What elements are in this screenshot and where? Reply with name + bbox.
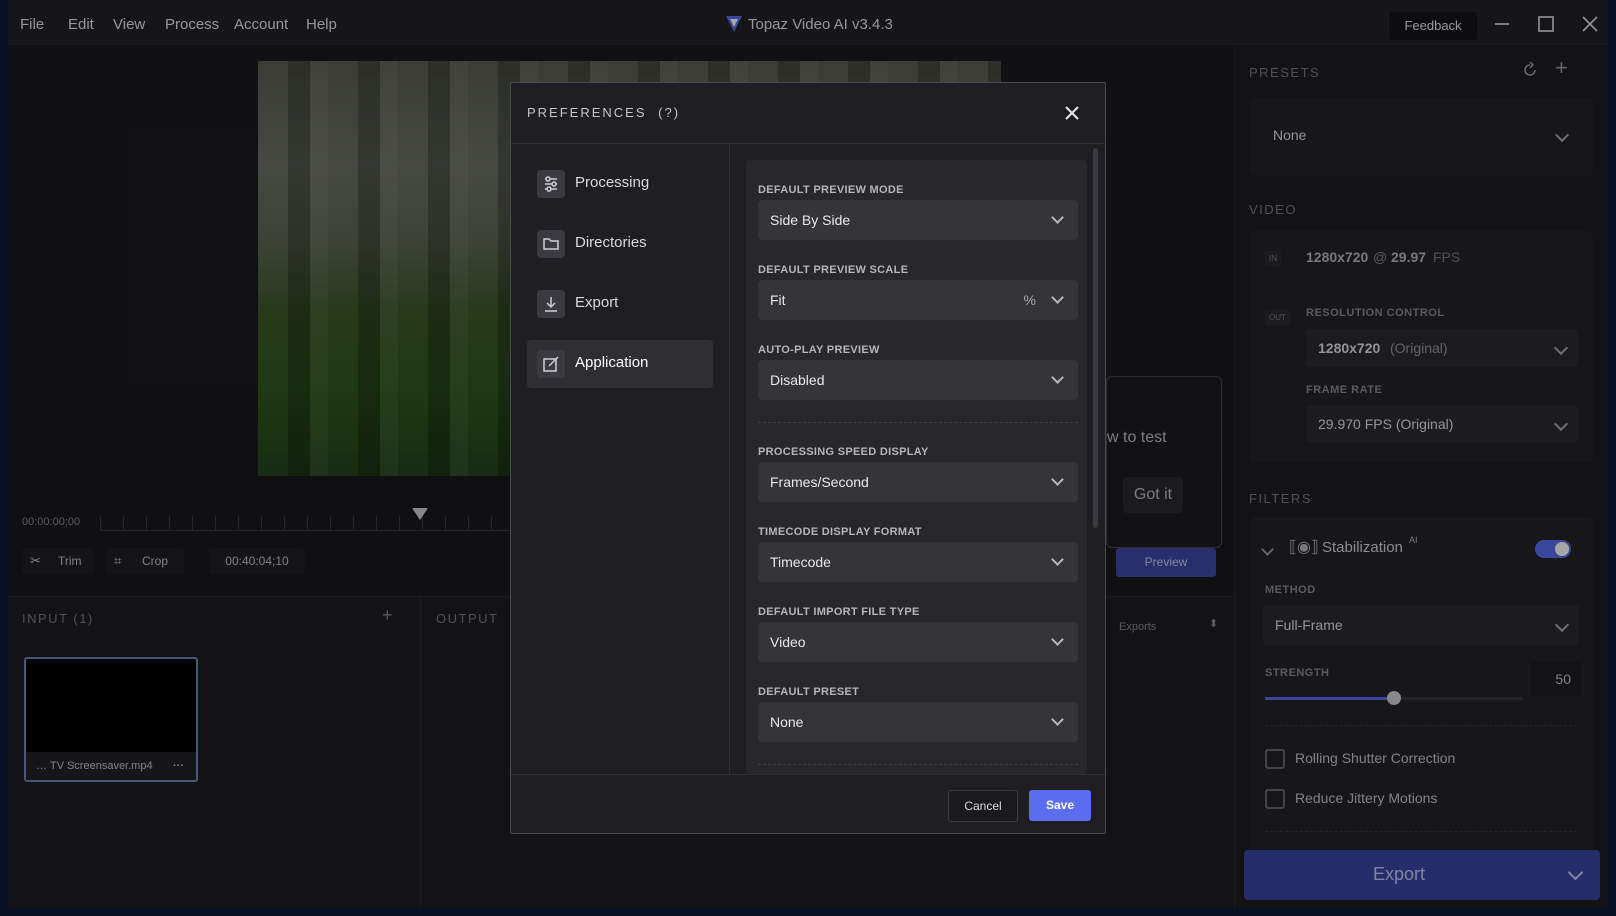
- settings-divider: [758, 764, 1078, 765]
- speed-display-value: Frames/Second: [770, 474, 869, 490]
- preview-scale-unit: %: [1023, 292, 1036, 308]
- application-settings: DEFAULT PREVIEW MODE Side By Side DEFAUL…: [746, 160, 1087, 774]
- chevron-down-icon: [1051, 553, 1064, 566]
- chevron-down-icon: [1051, 371, 1064, 384]
- chevron-down-icon: [1051, 633, 1064, 646]
- speed-display-select[interactable]: Frames/Second: [758, 462, 1078, 502]
- preview-mode-select[interactable]: Side By Side: [758, 200, 1078, 240]
- chevron-down-icon: [1051, 473, 1064, 486]
- help-link[interactable]: (?): [658, 105, 680, 120]
- dialog-title-text: PREFERENCES: [527, 105, 647, 120]
- auto-play-label: AUTO-PLAY PREVIEW: [758, 344, 880, 356]
- sidebar-item-label: Export: [575, 294, 619, 311]
- timecode-format-value: Timecode: [770, 554, 831, 570]
- preview-scale-label: DEFAULT PREVIEW SCALE: [758, 264, 909, 276]
- sidebar-item-processing[interactable]: Processing: [527, 160, 713, 208]
- sidebar-item-label: Directories: [575, 234, 647, 251]
- default-preset-select[interactable]: None: [758, 702, 1078, 742]
- sidebar-item-label: Application: [575, 354, 649, 371]
- speed-display-label: PROCESSING SPEED DISPLAY: [758, 446, 929, 458]
- preview-mode-label: DEFAULT PREVIEW MODE: [758, 184, 904, 196]
- preview-scale-value: Fit: [770, 292, 786, 308]
- import-type-value: Video: [770, 634, 806, 650]
- preview-scale-select[interactable]: Fit %: [758, 280, 1078, 320]
- auto-play-value: Disabled: [770, 372, 825, 388]
- timecode-format-select[interactable]: Timecode: [758, 542, 1078, 582]
- timecode-format-label: TIMECODE DISPLAY FORMAT: [758, 526, 922, 538]
- close-dialog-icon[interactable]: [1062, 103, 1082, 123]
- import-type-label: DEFAULT IMPORT FILE TYPE: [758, 606, 920, 618]
- auto-play-select[interactable]: Disabled: [758, 360, 1078, 400]
- default-preset-label: DEFAULT PRESET: [758, 686, 860, 698]
- cancel-button[interactable]: Cancel: [948, 790, 1018, 822]
- chevron-down-icon: [1051, 713, 1064, 726]
- sidebar-item-directories[interactable]: Directories: [527, 220, 713, 268]
- import-type-select[interactable]: Video: [758, 622, 1078, 662]
- preferences-dialog: PREFERENCES (?) Processing Directories E…: [510, 82, 1106, 834]
- preview-mode-value: Side By Side: [770, 212, 851, 228]
- folder-icon: [537, 230, 565, 258]
- chevron-down-icon: [1051, 291, 1064, 304]
- dialog-title: PREFERENCES (?): [527, 105, 680, 120]
- default-preset-value: None: [770, 714, 804, 730]
- dialog-header: PREFERENCES (?): [511, 83, 1105, 144]
- sidebar-item-export[interactable]: Export: [527, 280, 713, 328]
- settings-divider: [758, 422, 1078, 423]
- sidebar-item-application[interactable]: Application: [527, 340, 713, 388]
- download-icon: [537, 290, 565, 318]
- edit-icon: [537, 350, 565, 378]
- settings-scrollbar[interactable]: [1093, 148, 1098, 528]
- chevron-down-icon: [1051, 211, 1064, 224]
- preferences-sidebar: Processing Directories Export Applicatio…: [511, 144, 730, 774]
- sidebar-item-label: Processing: [575, 174, 650, 191]
- dialog-footer: Cancel Save: [511, 774, 1105, 834]
- sliders-icon: [537, 170, 565, 198]
- save-button[interactable]: Save: [1029, 790, 1091, 821]
